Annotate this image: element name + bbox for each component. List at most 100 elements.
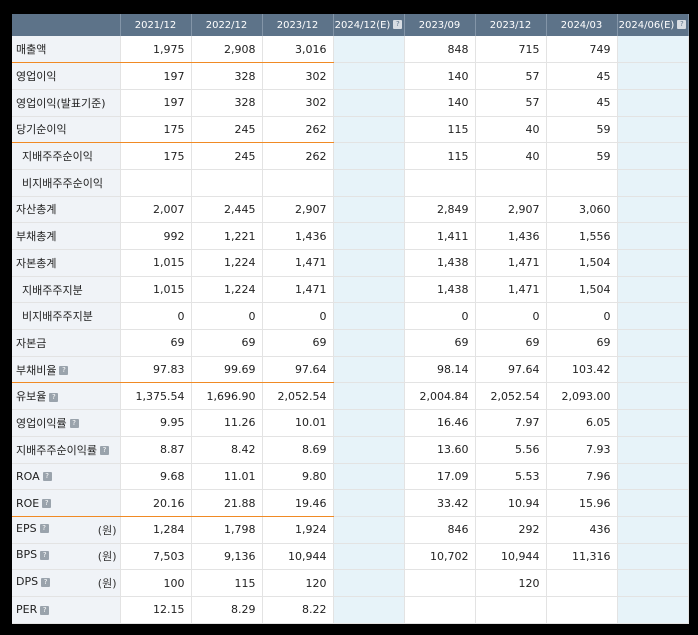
value-cell: 175 <box>120 116 192 144</box>
value-cell: 302 <box>262 62 334 90</box>
row-label: 영업이익(발표기준) <box>12 89 121 117</box>
column-header-label: 2024/03 <box>560 19 603 31</box>
help-icon[interactable]: ? <box>393 20 403 29</box>
unit-label: (원) <box>97 577 117 591</box>
column-header: 2024/06(E)? <box>617 14 689 36</box>
help-icon[interactable]: ? <box>42 472 52 482</box>
table-row: ROA? 9.68 11.01 9.80 17.09 5.53 7.96 <box>12 463 689 491</box>
value-cell: 1,696.90 <box>191 382 263 411</box>
table-row: 매출액 1,975 2,908 3,016 848 715 749 <box>12 36 689 64</box>
value-cell <box>333 436 405 464</box>
value-cell: 328 <box>191 62 263 90</box>
row-label-text: 영업이익 <box>16 70 57 84</box>
value-cell: 45 <box>546 62 618 90</box>
value-cell: 10,944 <box>475 543 547 571</box>
value-cell: 1,556 <box>546 222 618 250</box>
column-header-label: 2023/12 <box>489 19 532 31</box>
row-label: 부채비율? <box>12 356 121 384</box>
help-icon[interactable]: ? <box>99 446 109 456</box>
value-cell <box>191 169 263 197</box>
value-cell <box>333 516 405 544</box>
value-cell <box>546 169 618 197</box>
value-cell: 16.46 <box>404 409 476 437</box>
table-row: 지배주주순이익 175 245 262 115 40 59 <box>12 142 689 170</box>
row-label-text: 비지배주주순이익 <box>22 176 103 190</box>
row-label: 매출액 <box>12 36 121 64</box>
value-cell: 1,438 <box>404 249 476 277</box>
header-label-cell <box>12 14 121 36</box>
value-cell: 1,015 <box>120 276 192 304</box>
value-cell <box>333 36 405 64</box>
value-cell: 40 <box>475 116 547 144</box>
row-label-text: BPS <box>16 548 38 562</box>
value-cell: 21.88 <box>191 489 263 517</box>
row-label: 당기순이익 <box>12 116 121 144</box>
value-cell: 175 <box>120 142 192 170</box>
table-row: 자본총계 1,015 1,224 1,471 1,438 1,471 1,504 <box>12 249 689 277</box>
value-cell: 10,944 <box>262 543 334 571</box>
value-cell: 2,052.54 <box>475 382 547 411</box>
value-cell: 10,702 <box>404 543 476 571</box>
value-cell <box>404 169 476 197</box>
help-icon[interactable]: ? <box>39 524 49 534</box>
value-cell <box>333 249 405 277</box>
row-label-text: 부채비율 <box>16 363 57 377</box>
value-cell: 11.01 <box>191 463 263 491</box>
help-icon[interactable]: ? <box>59 366 69 376</box>
value-cell: 1,798 <box>191 516 263 544</box>
help-icon[interactable]: ? <box>42 499 52 509</box>
value-cell <box>617 596 689 624</box>
value-cell: 69 <box>191 329 263 357</box>
value-cell: 749 <box>546 36 618 64</box>
value-cell <box>333 409 405 437</box>
financial-table: 2021/12 2022/12 2023/12 2024/12(E)? 2023/09 2… <box>12 14 689 624</box>
value-cell: 1,221 <box>191 222 263 250</box>
row-label-text: ROE <box>16 496 40 510</box>
value-cell: 846 <box>404 516 476 544</box>
value-cell: 69 <box>120 329 192 357</box>
value-cell <box>333 356 405 384</box>
unit-label: (원) <box>97 550 117 564</box>
value-cell <box>617 329 689 357</box>
value-cell: 3,016 <box>262 36 334 64</box>
value-cell <box>617 89 689 117</box>
value-cell: 98.14 <box>404 356 476 384</box>
table-row: 비지배주주지분 0 0 0 0 0 0 <box>12 302 689 331</box>
value-cell <box>120 169 192 197</box>
column-header: 2023/12 <box>262 14 334 36</box>
table-body: 매출액 1,975 2,908 3,016 848 715 749 영업이익 197 328 302… <box>12 36 689 624</box>
value-cell: 0 <box>546 302 618 331</box>
value-cell: 13.60 <box>404 436 476 464</box>
table-row: 자본금 69 69 69 69 69 69 <box>12 329 689 357</box>
help-icon[interactable]: ? <box>69 419 79 429</box>
value-cell <box>404 569 476 597</box>
help-icon[interactable]: ? <box>41 577 51 587</box>
value-cell <box>546 569 618 597</box>
row-label: BPS? (원) <box>12 543 121 571</box>
value-cell: 140 <box>404 62 476 90</box>
value-cell: 1,471 <box>262 249 334 277</box>
value-cell <box>617 436 689 464</box>
value-cell: 9.68 <box>120 463 192 491</box>
value-cell: 992 <box>120 222 192 250</box>
value-cell: 100 <box>120 569 192 597</box>
value-cell: 3,060 <box>546 196 618 224</box>
value-cell: 97.64 <box>262 356 334 384</box>
help-icon[interactable]: ? <box>40 605 50 615</box>
help-icon[interactable]: ? <box>677 20 687 29</box>
table-row: BPS? (원) 7,503 9,136 10,944 10,702 10,944 11,31… <box>12 543 689 571</box>
row-label-text: ROA <box>16 469 40 483</box>
value-cell: 7,503 <box>120 543 192 571</box>
value-cell <box>617 222 689 250</box>
value-cell: 197 <box>120 89 192 117</box>
value-cell <box>617 302 689 331</box>
value-cell: 19.46 <box>262 489 334 517</box>
value-cell: 0 <box>120 302 192 331</box>
column-header-label: 2021/12 <box>134 19 177 31</box>
row-label-text: EPS <box>16 521 37 535</box>
value-cell: 2,907 <box>262 196 334 224</box>
help-icon[interactable]: ? <box>40 550 50 560</box>
table-row: 영업이익 197 328 302 140 57 45 <box>12 62 689 90</box>
help-icon[interactable]: ? <box>49 392 59 402</box>
value-cell: 1,471 <box>475 249 547 277</box>
